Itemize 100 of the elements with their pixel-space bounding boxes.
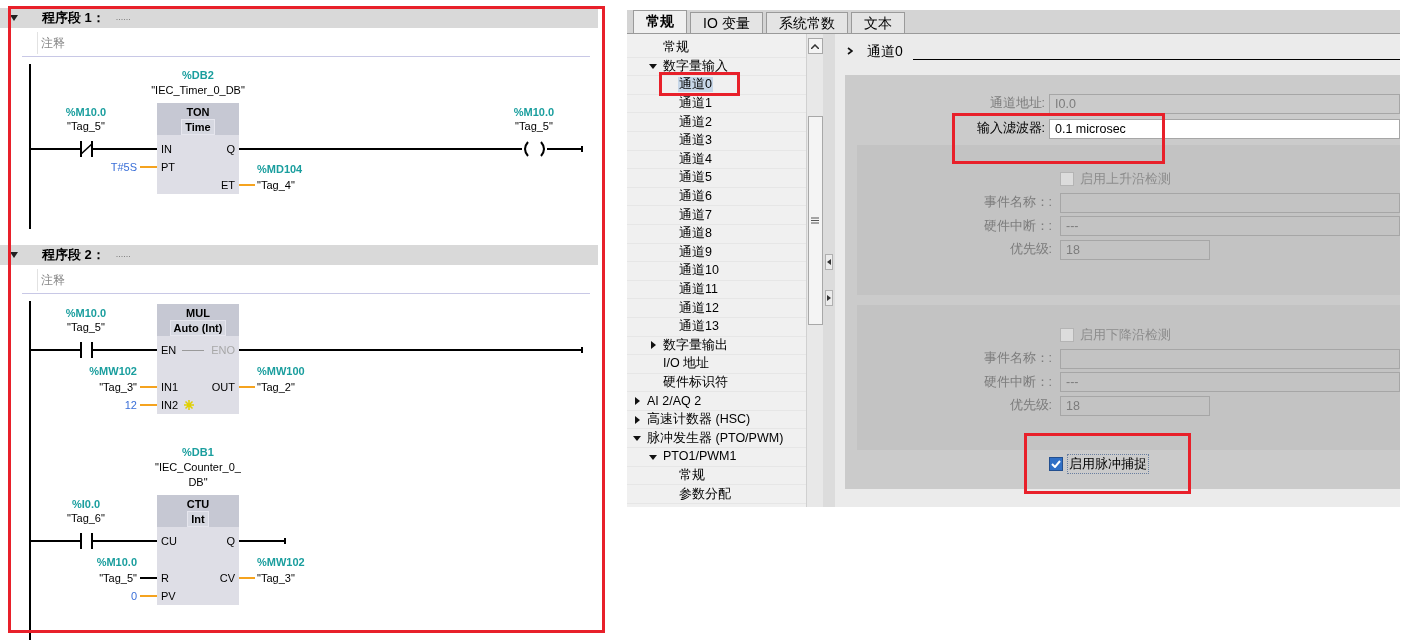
tree-item[interactable]: 通道9 (678, 244, 713, 260)
block-name: TON (186, 105, 210, 119)
tree-item[interactable]: 通道8 (678, 226, 713, 242)
wire (92, 540, 158, 542)
contact-symbol (80, 342, 93, 358)
wire (139, 386, 158, 388)
collapsed-arrow-icon[interactable] (633, 415, 641, 424)
scroll-up-button[interactable] (807, 38, 823, 54)
block-type: Auto (Int) (169, 320, 227, 336)
tree-item[interactable]: 通道0 (678, 77, 713, 93)
operand-address: %M10.0 (95, 555, 137, 570)
tree-item[interactable]: 通道4 (678, 151, 713, 167)
operand-address: %MW102 (88, 364, 137, 379)
coil-address: %M10.0 (512, 105, 556, 120)
operand-tag: "Tag_3" (257, 570, 295, 586)
instance-address: %DB1 (182, 445, 214, 460)
collapse-triangle-icon[interactable] (10, 252, 18, 258)
pin-label: IN2 (161, 398, 179, 413)
tree-item[interactable]: 通道13 (678, 319, 720, 335)
operand-tag: "Tag_4" (257, 177, 295, 193)
tree-item[interactable]: 硬件标识符 (662, 375, 729, 390)
collapse-triangle-icon[interactable] (10, 15, 18, 21)
internal-wire (182, 350, 204, 351)
operand-address: %MD104 (257, 162, 303, 177)
wire (139, 166, 158, 168)
operand-tag: "Tag_5" (47, 570, 137, 586)
input-field: --- (1060, 372, 1400, 393)
tree-item[interactable]: 通道10 (678, 263, 720, 279)
tree-item[interactable]: I/O 地址 (662, 356, 711, 372)
operand-address: %MW100 (257, 364, 305, 379)
contact-symbol (80, 533, 93, 549)
wire (238, 184, 256, 186)
tree-item[interactable]: 数字量输入 (662, 58, 729, 74)
network-title: 程序段 1： (42, 9, 105, 28)
collapse-panel-button[interactable] (825, 254, 833, 270)
collapsed-arrow-icon[interactable] (633, 397, 641, 406)
tree-item[interactable]: 通道1 (678, 96, 713, 112)
tree-item[interactable]: PTO1/PWM1 (662, 449, 738, 465)
wire (92, 148, 158, 150)
wire (30, 540, 81, 542)
expand-panel-button[interactable] (825, 290, 833, 306)
input-field: --- (1060, 216, 1400, 237)
scrollbar-thumb[interactable] (807, 116, 823, 325)
pin-label: IN1 (161, 380, 179, 395)
wire (238, 577, 256, 579)
contact-tag: "Tag_5" (46, 320, 126, 335)
instance-tag: "IEC_Counter_0_DB" (148, 460, 248, 490)
tab[interactable]: 文本 (850, 12, 905, 33)
tree-item[interactable]: 通道6 (678, 189, 713, 205)
field-label: 硬件中断：: (983, 373, 1052, 391)
checkbox[interactable] (1049, 457, 1063, 471)
collapsed-arrow-icon[interactable] (649, 341, 657, 350)
input-field: I0.0 (1049, 93, 1400, 114)
tree-item[interactable]: 通道2 (678, 114, 713, 130)
pin-label: PV (161, 589, 176, 604)
tab[interactable]: 系统常数 (765, 12, 848, 33)
pin-label: ENO (210, 343, 235, 358)
coil-tag: "Tag_5" (494, 119, 574, 134)
tree-item[interactable]: 通道12 (678, 300, 720, 316)
tree-item[interactable]: 参数分配 (678, 486, 732, 502)
pin-label: PT (161, 160, 176, 175)
tree-item[interactable]: 常规 (678, 467, 706, 483)
tree-item[interactable]: 通道7 (678, 207, 713, 223)
tree-item[interactable]: 脉冲发生器 (PTO/PWM) (646, 430, 785, 446)
wire (92, 349, 158, 351)
field-label: 优先级: (1009, 241, 1052, 259)
contact-address: %M10.0 (64, 306, 108, 321)
tree-item[interactable]: 常规 (662, 40, 690, 56)
expanded-arrow-icon[interactable] (649, 452, 657, 461)
tree-item[interactable]: 数字量输出 (662, 337, 729, 353)
tab[interactable]: IO 变量 (690, 12, 763, 33)
nc-contact-symbol (80, 141, 93, 157)
right-arrow-icon (827, 295, 831, 301)
contact-address: %M10.0 (64, 105, 108, 120)
constant-value: T#5S (109, 160, 137, 175)
input-field: 18 (1060, 239, 1210, 260)
input-field: 18 (1060, 395, 1210, 416)
check-icon (1051, 460, 1061, 468)
input-field[interactable]: 0.1 microsec (1049, 118, 1400, 139)
pin-label: R (161, 571, 169, 586)
network-title: 程序段 2： (42, 246, 105, 265)
tree-item[interactable]: AI 2/AQ 2 (646, 393, 703, 409)
contact-tag: "Tag_6" (46, 511, 126, 526)
wire (139, 404, 158, 406)
tree-item[interactable]: 通道3 (678, 133, 713, 149)
field-label: 优先级: (1009, 397, 1052, 415)
wire (238, 386, 256, 388)
tree-item[interactable]: 高速计数器 (HSC) (646, 412, 752, 428)
tree-item[interactable]: 通道11 (678, 282, 719, 297)
expanded-arrow-icon[interactable] (633, 434, 641, 443)
pin-label: EN (161, 343, 177, 358)
pin-label: ET (219, 178, 235, 193)
wire (546, 145, 583, 153)
tree-item[interactable]: 通道5 (678, 170, 713, 186)
pin-label: Q (225, 534, 235, 549)
expanded-arrow-icon[interactable] (649, 62, 657, 71)
wire (30, 148, 81, 150)
block-name: MUL (186, 306, 210, 320)
tab[interactable]: 常规 (633, 10, 687, 33)
field-label: 事件名称：: (983, 350, 1052, 368)
